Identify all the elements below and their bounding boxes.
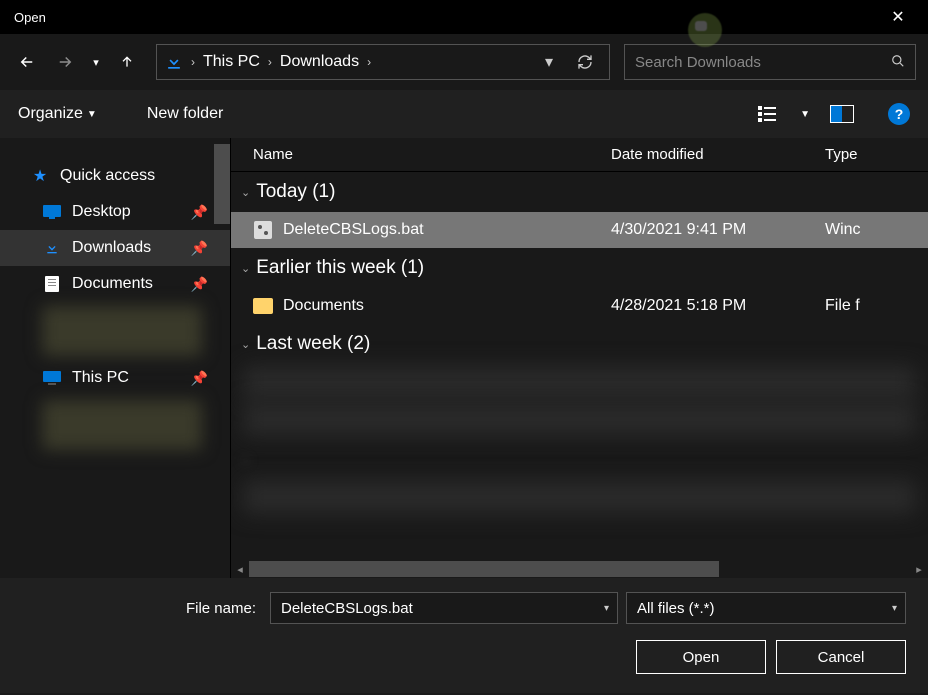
filelist: Name Date modified Type ⌄ Today (1) Dele… (230, 138, 928, 578)
group-earlier[interactable]: ⌄ Earlier this week (1) (231, 248, 928, 288)
toolbar: Organize ▼ New folder ▼ ? (0, 90, 928, 138)
help-icon: ? (895, 106, 904, 122)
close-icon: ✕ (891, 7, 904, 27)
list-view-icon (758, 106, 778, 122)
scroll-thumb[interactable] (249, 561, 719, 577)
column-type[interactable]: Type (825, 146, 928, 163)
pin-icon: 📌 (191, 370, 208, 387)
pin-icon: 📌 (191, 240, 208, 257)
chevron-down-icon: ▼ (87, 109, 97, 120)
folder-icon (253, 296, 273, 316)
titlebar: Open ✕ (0, 0, 928, 34)
preview-icon (830, 105, 854, 123)
sidebar-item-quickaccess[interactable]: ★ Quick access (0, 158, 230, 194)
breadcrumb-seg-thispc[interactable]: This PC (195, 53, 268, 71)
refresh-icon (577, 54, 593, 70)
redacted-item (243, 402, 916, 436)
file-filter-select[interactable]: All files (*.*) ▾ (626, 592, 906, 624)
back-icon (18, 53, 36, 71)
desktop-icon (42, 203, 62, 221)
chevron-down-icon: ⌄ (241, 452, 250, 465)
chevron-down-icon: ⌄ (241, 338, 250, 351)
column-name[interactable]: Name (231, 146, 611, 163)
forward-icon (56, 53, 74, 71)
chevron-down-icon: ⌄ (241, 186, 250, 199)
file-row-selected[interactable]: DeleteCBSLogs.bat 4/30/2021 9:41 PM Winc (231, 212, 928, 248)
chevron-down-icon: ⌄ (241, 262, 250, 275)
group-lastweek[interactable]: ⌄ Last week (2) (231, 324, 928, 364)
pin-icon: 📌 (191, 204, 208, 221)
redacted-item (243, 366, 916, 400)
search-input[interactable]: Search Downloads (624, 44, 916, 80)
downloads-icon (42, 239, 62, 257)
sidebar-item-desktop[interactable]: Desktop 📌 (0, 194, 230, 230)
column-headers: Name Date modified Type (231, 138, 928, 172)
thispc-icon (42, 369, 62, 387)
open-button[interactable]: Open (636, 640, 766, 674)
sidebar-item-thispc[interactable]: This PC 📌 (0, 360, 230, 396)
star-icon: ★ (30, 167, 50, 185)
back-button[interactable] (12, 47, 42, 77)
scroll-left-icon[interactable]: ◂ (231, 560, 249, 578)
chevron-down-icon[interactable]: ▾ (892, 603, 897, 614)
close-button[interactable]: ✕ (876, 2, 920, 32)
file-body: ⌄ Today (1) DeleteCBSLogs.bat 4/30/2021 … (231, 172, 928, 552)
search-icon (891, 54, 905, 71)
organize-button[interactable]: Organize ▼ (18, 105, 97, 123)
refresh-button[interactable] (567, 45, 603, 79)
filename-label: File name: (22, 600, 262, 617)
content: ★ Quick access Desktop 📌 Downloads 📌 Doc… (0, 138, 928, 578)
pin-icon: 📌 (191, 276, 208, 293)
breadcrumb[interactable]: › This PC › Downloads › ▾ (156, 44, 610, 80)
sidebar-item-downloads[interactable]: Downloads 📌 (0, 230, 230, 266)
forward-button[interactable] (50, 47, 80, 77)
redacted-item (42, 306, 202, 356)
search-placeholder: Search Downloads (635, 54, 891, 71)
breadcrumb-seg-downloads[interactable]: Downloads (272, 53, 367, 71)
file-row[interactable]: Documents 4/28/2021 5:18 PM File f (231, 288, 928, 324)
new-folder-button[interactable]: New folder (147, 105, 223, 123)
help-button[interactable]: ? (888, 103, 910, 125)
sidebar: ★ Quick access Desktop 📌 Downloads 📌 Doc… (0, 138, 230, 578)
up-button[interactable] (112, 47, 142, 77)
bottom-panel: File name: DeleteCBSLogs.bat ▾ All files… (0, 578, 928, 693)
filename-input[interactable]: DeleteCBSLogs.bat ▾ (270, 592, 618, 624)
scroll-right-icon[interactable]: ▸ (910, 560, 928, 578)
window-title: Open (8, 10, 46, 25)
chevron-right-icon: › (367, 55, 371, 69)
breadcrumb-dropdown[interactable]: ▾ (531, 45, 567, 79)
documents-icon (42, 275, 62, 293)
chevron-down-icon[interactable]: ▾ (604, 603, 609, 614)
redacted-item (42, 400, 202, 450)
horizontal-scrollbar[interactable]: ◂ ▸ (231, 560, 928, 578)
navbar: ▾ › This PC › Downloads › ▾ Search Downl… (0, 34, 928, 90)
view-options-button[interactable] (754, 102, 782, 126)
bat-file-icon (253, 220, 273, 240)
group-today[interactable]: ⌄ Today (1) (231, 172, 928, 212)
up-icon (119, 54, 135, 70)
recent-dropdown[interactable]: ▾ (88, 47, 104, 77)
column-date[interactable]: Date modified (611, 146, 825, 163)
preview-pane-button[interactable] (828, 102, 856, 126)
chevron-down-icon[interactable]: ▼ (800, 109, 810, 120)
sidebar-item-documents[interactable]: Documents 📌 (0, 266, 230, 302)
cancel-button[interactable]: Cancel (776, 640, 906, 674)
redacted-item (243, 480, 916, 514)
group-collapsed[interactable]: ⌄ (231, 438, 928, 478)
downloads-folder-icon (163, 51, 185, 73)
